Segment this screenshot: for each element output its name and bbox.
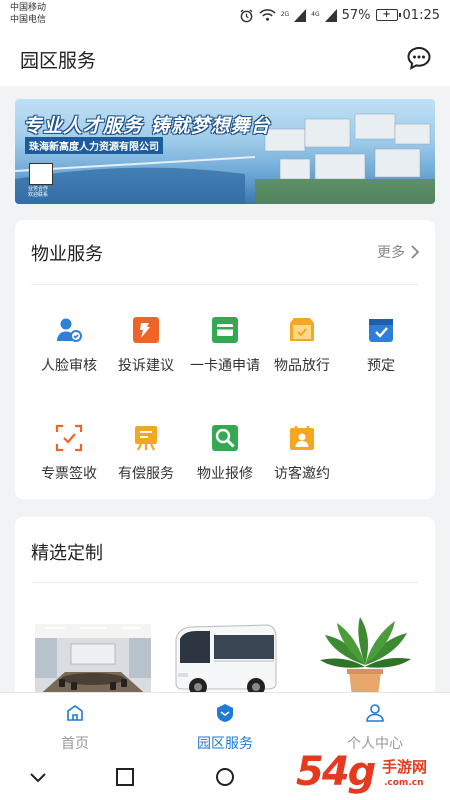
- plant-image[interactable]: [315, 615, 415, 699]
- app-header: 园区服务: [0, 30, 450, 86]
- promo-banner[interactable]: 专业人才服务 铸就梦想舞台 珠海新高度人力资源有限公司 业务合作 欢迎联系: [15, 99, 435, 204]
- item-release-icon: [290, 318, 314, 341]
- service-ticket-receipt[interactable]: 专票签收: [29, 424, 109, 483]
- nav-park-service[interactable]: 园区服务: [150, 693, 300, 755]
- wifi-icon: [259, 9, 276, 21]
- battery-icon: +: [375, 9, 401, 21]
- qr-code-icon: [29, 163, 53, 185]
- divider: [31, 284, 419, 285]
- park-service-icon: [217, 704, 233, 722]
- signal-icon: [324, 8, 337, 22]
- section-title: 精选定制: [31, 543, 103, 564]
- service-card-apply[interactable]: 一卡通申请: [185, 316, 265, 375]
- paid-service-icon: [135, 426, 157, 451]
- card-apply-icon: [212, 317, 238, 343]
- service-complaint[interactable]: 投诉建议: [106, 316, 186, 375]
- nav-profile[interactable]: 个人中心: [300, 693, 450, 755]
- service-booking[interactable]: 预定: [341, 316, 421, 375]
- visitor-invite-icon: [290, 426, 314, 450]
- banner-headline: 专业人才服务 铸就梦想舞台: [23, 115, 271, 137]
- banner-company: 珠海新高度人力资源有限公司: [25, 137, 163, 154]
- carrier-1: 中国移动: [10, 3, 47, 13]
- service-item-release[interactable]: 物品放行: [262, 316, 342, 375]
- property-services-card: 物业服务 更多 人脸审核 投诉建议 一卡通申请 物品放行 预定 专票签收 有偿服…: [15, 220, 435, 499]
- carrier-2: 中国电信: [10, 15, 47, 25]
- ticket-receipt-icon: [55, 424, 83, 452]
- clock: 01:25: [402, 7, 440, 23]
- face-audit-icon: [57, 318, 82, 342]
- booking-icon: [369, 319, 393, 342]
- chat-bubble-icon[interactable]: [406, 45, 432, 71]
- bottom-navigation: 首页 园区服务 个人中心: [0, 692, 450, 754]
- status-icons: 2G 4G 57% + 01:25: [239, 6, 440, 24]
- service-repair[interactable]: 物业报修: [185, 424, 265, 483]
- network-type-1: 2G: [280, 11, 290, 18]
- service-visitor-invite[interactable]: 访客邀约: [262, 424, 342, 483]
- complaint-icon: [133, 317, 159, 343]
- selected-custom-card: 精选定制: [15, 517, 435, 707]
- signal-icon: [294, 8, 307, 22]
- recents-icon[interactable]: [115, 767, 135, 787]
- status-bar: 中国移动 中国电信 2G 4G 57% + 01:25: [0, 0, 450, 30]
- chevron-right-icon: [411, 245, 419, 259]
- site-watermark: 54g 手游网 .com.cn: [296, 749, 428, 795]
- divider: [31, 582, 419, 583]
- nav-home[interactable]: 首页: [0, 693, 150, 755]
- home-button-icon[interactable]: [215, 767, 235, 787]
- battery-percent: 57%: [341, 7, 371, 23]
- repair-icon: [212, 425, 238, 451]
- meeting-room-image[interactable]: [35, 624, 151, 699]
- network-type-2: 4G: [311, 11, 320, 18]
- page-title: 园区服务: [20, 50, 97, 72]
- banner-contact-text: 业务合作 欢迎联系: [28, 186, 49, 198]
- profile-icon: [366, 704, 384, 722]
- service-paid[interactable]: 有偿服务: [106, 424, 186, 483]
- more-link[interactable]: 更多: [377, 242, 419, 262]
- back-icon[interactable]: [28, 767, 48, 787]
- service-face-audit[interactable]: 人脸审核: [29, 316, 109, 375]
- bus-image[interactable]: [170, 617, 282, 699]
- section-title: 物业服务: [31, 244, 103, 265]
- home-icon: [67, 705, 83, 721]
- alarm-icon: [240, 8, 253, 22]
